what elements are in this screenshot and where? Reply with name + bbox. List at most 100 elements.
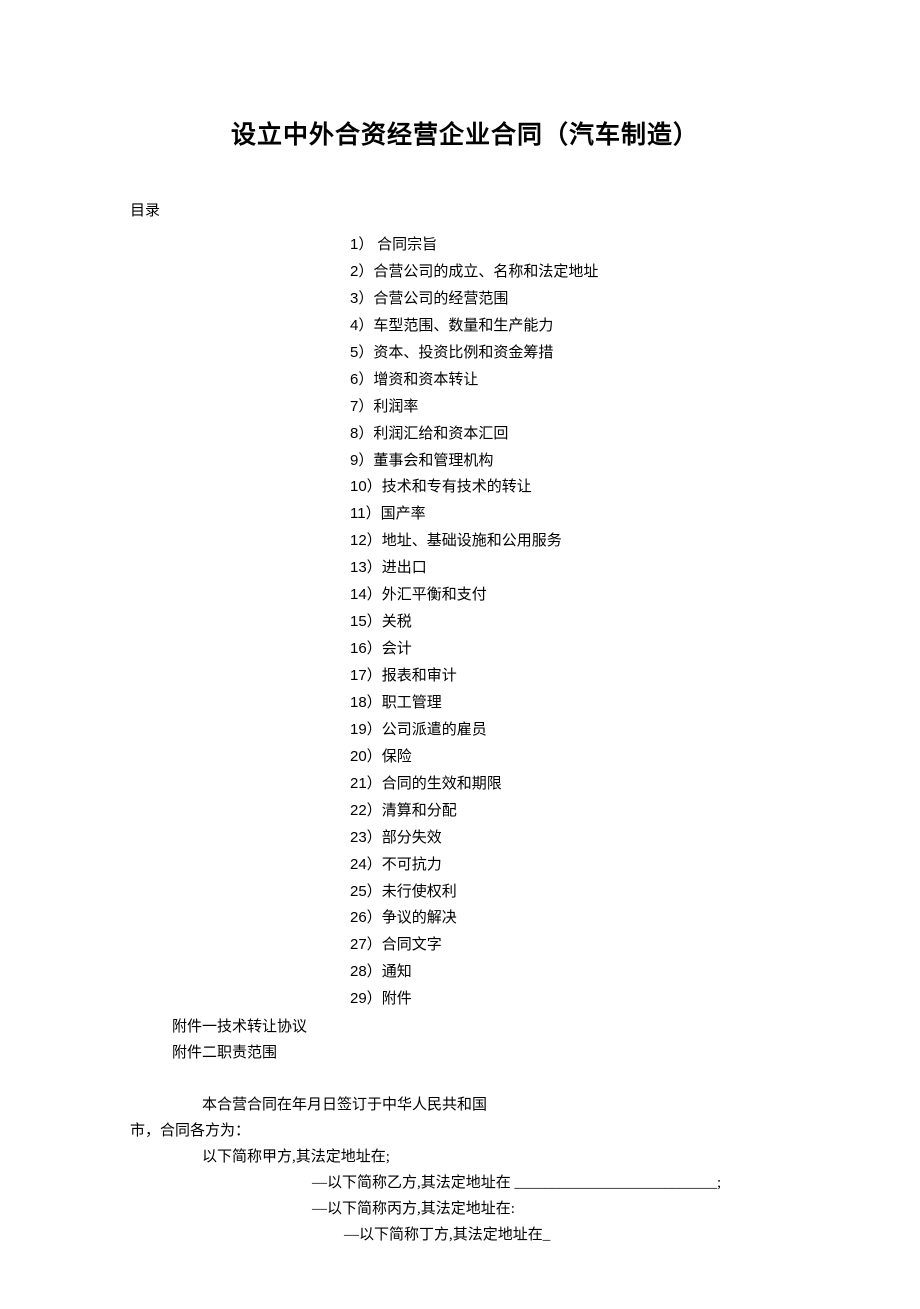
body-line: 市，合同各方为： [130,1119,800,1145]
toc-num: 3） [350,290,373,307]
toc-label: 报表和审计 [382,668,457,684]
appendix-list: 附件一技术转让协议 附件二职责范围 [172,1015,800,1067]
toc-item: 4）车型范围、数量和生产能力 [350,313,800,340]
toc-label: 董事会和管理机构 [373,453,493,469]
toc-item: 23）部分失效 [350,825,800,852]
toc-num: 28） [350,963,382,980]
body-line: 本合营合同在年月日签订于中华人民共和国 [202,1093,800,1119]
toc-num: 20） [350,748,382,765]
toc-item: 24）不可抗力 [350,852,800,879]
toc-label: 技术和专有技术的转让 [382,479,532,495]
toc-label: 清算和分配 [382,803,457,819]
toc-num: 14） [350,586,382,603]
toc-label: 合同宗旨 [373,237,437,253]
toc-num: 7） [350,398,373,415]
toc-item: 14）外汇平衡和支付 [350,582,800,609]
toc-label: 地址、基础设施和公用服务 [382,533,562,549]
toc-item: 3）合营公司的经营范围 [350,286,800,313]
toc-label: 进出口 [382,560,427,576]
toc-num: 22） [350,802,382,819]
toc-num: 17） [350,667,382,684]
toc-item: 8）利润汇给和资本汇回 [350,421,800,448]
toc-num: 25） [350,883,382,900]
toc-item: 5）资本、投资比例和资金筹措 [350,340,800,367]
toc-num: 12） [350,532,382,549]
toc-item: 19）公司派遣的雇员 [350,717,800,744]
toc-item: 6）增资和资本转让 [350,367,800,394]
toc-label: 合营公司的成立、名称和法定地址 [373,264,598,280]
toc-label: 合营公司的经营范围 [373,291,508,307]
toc-item: 18）职工管理 [350,690,800,717]
appendix-item: 附件二职责范围 [172,1041,800,1067]
toc-item: 12）地址、基础设施和公用服务 [350,528,800,555]
toc-label: 车型范围、数量和生产能力 [373,318,553,334]
toc-item: 15）关税 [350,609,800,636]
toc-num: 11） [350,505,381,522]
toc-item: 22）清算和分配 [350,798,800,825]
toc-label: 会计 [382,641,412,657]
body-text: 本合营合同在年月日签订于中华人民共和国 市，合同各方为： 以下简称甲方,其法定地… [130,1093,800,1249]
document-title: 设立中外合资经营企业合同（汽车制造） [130,115,800,151]
toc-item: 20）保险 [350,744,800,771]
toc-label: 通知 [382,964,412,980]
toc-num: 24） [350,856,382,873]
toc-item: 1） 合同宗旨 [350,232,800,259]
toc-num: 23） [350,829,382,846]
body-line: —以下简称丁方,其法定地址在_ [344,1223,800,1249]
toc-item: 26）争议的解决 [350,905,800,932]
toc-item: 10）技术和专有技术的转让 [350,474,800,501]
body-text-segment: —以下简称乙方,其法定地址在 [312,1175,515,1191]
toc-num: 26） [350,909,382,926]
toc-heading: 目录 [130,199,800,220]
toc-label: 国产率 [381,506,426,522]
toc-label: 不可抗力 [382,857,442,873]
toc-label: 附件 [382,991,412,1007]
toc-item: 29）附件 [350,986,800,1013]
body-line: —以下简称丙方,其法定地址在: [312,1197,800,1223]
toc-num: 2） [350,263,373,280]
toc-item: 25）未行使权利 [350,879,800,906]
body-line: —以下简称乙方,其法定地址在 _________________________… [312,1171,800,1197]
toc-label: 利润汇给和资本汇回 [373,426,508,442]
toc-label: 关税 [382,614,412,630]
toc-num: 21） [350,775,382,792]
toc-label: 保险 [382,749,412,765]
toc-label: 合同文字 [382,937,442,953]
body-text-segment: ; [717,1175,721,1191]
toc-num: 27） [350,936,382,953]
toc-num: 4） [350,317,373,334]
toc-num: 8） [350,425,373,442]
toc-item: 27）合同文字 [350,932,800,959]
toc-label: 增资和资本转让 [373,372,478,388]
toc-label: 职工管理 [382,695,442,711]
toc-num: 29） [350,990,382,1007]
toc-num: 1） [350,236,373,253]
toc-item: 17）报表和审计 [350,663,800,690]
toc-num: 13） [350,559,382,576]
blank-underline: ___________________________ [515,1175,718,1191]
toc-num: 16） [350,640,382,657]
toc-label: 部分失效 [382,830,442,846]
toc-num: 10） [350,478,382,495]
toc-list: 1） 合同宗旨 2）合营公司的成立、名称和法定地址 3）合营公司的经营范围 4）… [350,232,800,1013]
toc-label: 争议的解决 [382,910,457,926]
toc-num: 6） [350,371,373,388]
toc-label: 公司派遣的雇员 [382,722,487,738]
toc-item: 13）进出口 [350,555,800,582]
toc-label: 利润率 [373,399,418,415]
toc-label: 外汇平衡和支付 [382,587,487,603]
toc-label: 资本、投资比例和资金筹措 [373,345,553,361]
toc-item: 2）合营公司的成立、名称和法定地址 [350,259,800,286]
toc-num: 18） [350,694,382,711]
toc-num: 9） [350,452,373,469]
toc-label: 合同的生效和期限 [382,776,502,792]
toc-item: 9）董事会和管理机构 [350,448,800,475]
toc-label: 未行使权利 [382,884,457,900]
toc-item: 16）会计 [350,636,800,663]
body-line: 以下简称甲方,其法定地址在; [202,1145,800,1171]
toc-num: 19） [350,721,382,738]
toc-num: 5） [350,344,373,361]
toc-num: 15） [350,613,382,630]
toc-item: 21）合同的生效和期限 [350,771,800,798]
toc-item: 11）国产率 [350,501,800,528]
